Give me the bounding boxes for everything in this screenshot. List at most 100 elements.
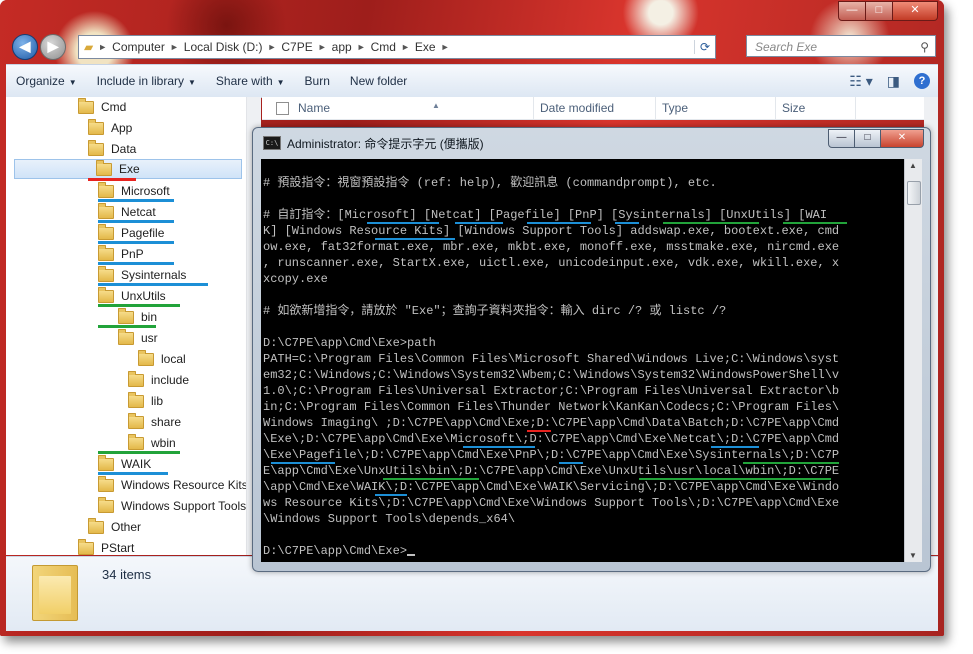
tree-item-label: Other [111, 520, 142, 534]
preview-pane-icon[interactable]: ◨ [887, 73, 900, 90]
annotation-underline [98, 451, 180, 454]
back-button[interactable]: ◀ [12, 34, 38, 60]
scroll-thumb[interactable] [907, 181, 921, 205]
tree-item-windows-resource-kits[interactable]: Windows Resource Kits [98, 475, 246, 495]
annotation-underline [783, 222, 847, 224]
command-prompt-window[interactable]: C:\ Administrator: 命令提示字元 (便攜版) — □ ✕ # … [252, 127, 931, 572]
organize-button[interactable]: Organize ▼ [6, 74, 87, 88]
tree-item-windows-support-tools[interactable]: Windows Support Tools [98, 496, 246, 516]
folder-icon [32, 565, 78, 621]
breadcrumb-local-disk[interactable]: Local Disk (D:) [179, 40, 268, 54]
window-controls: — □ ✕ [838, 1, 938, 21]
annotation-underline [559, 462, 583, 464]
folder-icon [88, 517, 104, 534]
console-maximize-button[interactable]: □ [855, 129, 881, 148]
tree-item-pstart[interactable]: PStart [78, 538, 134, 555]
breadcrumb-c7pe[interactable]: C7PE [276, 40, 317, 54]
address-bar[interactable]: ▰ ► Computer ► Local Disk (D:) ► C7PE ► … [78, 35, 716, 59]
tree-item-pagefile[interactable]: Pagefile [98, 223, 164, 243]
folder-icon [88, 139, 104, 156]
burn-button[interactable]: Burn [295, 74, 340, 88]
include-in-library-button[interactable]: Include in library ▼ [87, 74, 206, 88]
tree-item-app[interactable]: App [88, 118, 132, 138]
breadcrumb-app[interactable]: app [327, 40, 357, 54]
tree-item-netcat[interactable]: Netcat [98, 202, 156, 222]
console-line: \Exe\Pagefile\;D:\C7PE\app\Cmd\Exe\PnP\;… [263, 448, 840, 462]
breadcrumb-exe[interactable]: Exe [410, 40, 441, 54]
annotation-underline [271, 462, 335, 464]
folder-icon [98, 475, 114, 492]
column-name[interactable]: Name ▲ [292, 97, 534, 119]
tree-item-other[interactable]: Other [88, 517, 141, 537]
console-close-button[interactable]: ✕ [881, 129, 924, 148]
tree-item-share[interactable]: share [128, 412, 181, 432]
new-folder-button[interactable]: New folder [340, 74, 417, 88]
tree-item-exe[interactable]: Exe [14, 159, 242, 179]
share-with-button[interactable]: Share with ▼ [206, 74, 295, 88]
file-list-header: Name ▲ Date modified Type Size [262, 97, 924, 120]
tree-item-label: Sysinternals [121, 268, 187, 282]
forward-button[interactable]: ▶ [40, 34, 66, 60]
tree-item-usr[interactable]: usr [118, 328, 158, 348]
refresh-icon[interactable]: ⟳ [694, 40, 715, 54]
tree-item-microsoft[interactable]: Microsoft [98, 181, 170, 201]
tree-item-label: local [161, 352, 186, 366]
tree-item-label: Data [111, 142, 137, 156]
search-input[interactable]: Search Exe ⚲ [746, 35, 936, 57]
annotation-underline [98, 304, 180, 307]
tree-item-data[interactable]: Data [88, 139, 136, 159]
tree-item-sysinternals[interactable]: Sysinternals [98, 265, 186, 285]
breadcrumb-computer[interactable]: Computer [107, 40, 170, 54]
tree-item-include[interactable]: include [128, 370, 189, 390]
folder-icon [98, 223, 114, 240]
tree-item-local[interactable]: local [138, 349, 186, 369]
annotation-underline [98, 472, 168, 475]
folder-icon [98, 265, 114, 282]
tree-item-pnp[interactable]: PnP [98, 244, 144, 264]
maximize-button[interactable]: □ [866, 1, 893, 21]
column-type[interactable]: Type [656, 97, 776, 119]
console-output[interactable]: # 預設指令：視窗預設指令 (ref: help), 歡迎訊息 (command… [261, 159, 904, 562]
close-button[interactable]: ✕ [893, 1, 938, 21]
help-icon[interactable]: ? [914, 73, 930, 89]
minimize-button[interactable]: — [838, 1, 866, 21]
tree-item-label: Windows Support Tools [121, 499, 246, 513]
annotation-underline [98, 241, 174, 244]
select-all-checkbox[interactable] [276, 102, 289, 115]
console-line: D:\C7PE\app\Cmd\Exe>path [263, 336, 436, 350]
console-line: \Exe\;D:\C7PE\app\Cmd\Exe\Microsoft\;D:\… [263, 432, 840, 446]
annotation-underline [455, 222, 503, 224]
console-cursor [407, 554, 416, 556]
console-line: in;C:\Program Files\Common Files\Thunder… [263, 400, 840, 414]
folder-icon [98, 286, 114, 303]
column-size[interactable]: Size [776, 97, 856, 119]
view-options-icon[interactable]: ☷ ▾ [849, 73, 872, 90]
annotation-underline [98, 262, 174, 265]
tree-item-label: Exe [119, 162, 140, 176]
tree-item-waik[interactable]: WAIK [98, 454, 151, 474]
search-placeholder: Search Exe [755, 40, 818, 54]
tree-item-unxutils[interactable]: UnxUtils [98, 286, 166, 306]
tree-item-cmd[interactable]: Cmd [78, 97, 126, 117]
tree-item-wbin[interactable]: wbin [128, 433, 176, 453]
folder-icon [78, 538, 94, 555]
tree-item-label: share [151, 415, 182, 429]
console-minimize-button[interactable]: — [828, 129, 855, 148]
annotation-underline [639, 478, 831, 480]
scroll-up-icon[interactable]: ▲ [909, 161, 917, 170]
annotation-underline [711, 446, 759, 448]
tree-item-lib[interactable]: lib [128, 391, 163, 411]
folder-icon [98, 454, 114, 471]
console-line: # 如欲新增指令，請放於 "Exe"；查詢子資料夾指令：輸入 dirc /? 或… [263, 304, 727, 318]
scroll-down-icon[interactable]: ▼ [909, 551, 917, 560]
annotation-underline [663, 222, 759, 224]
console-window-controls: — □ ✕ [828, 129, 924, 148]
breadcrumb-cmd[interactable]: Cmd [366, 40, 401, 54]
command-toolbar: Organize ▼ Include in library ▼ Share with… [6, 64, 938, 98]
tree-item-bin[interactable]: bin [118, 307, 157, 327]
folder-icon [98, 244, 114, 261]
annotation-underline [527, 430, 551, 432]
column-date-modified[interactable]: Date modified [534, 97, 656, 119]
console-scrollbar[interactable]: ▲ ▼ [904, 159, 922, 562]
sort-ascending-icon: ▲ [432, 101, 440, 110]
